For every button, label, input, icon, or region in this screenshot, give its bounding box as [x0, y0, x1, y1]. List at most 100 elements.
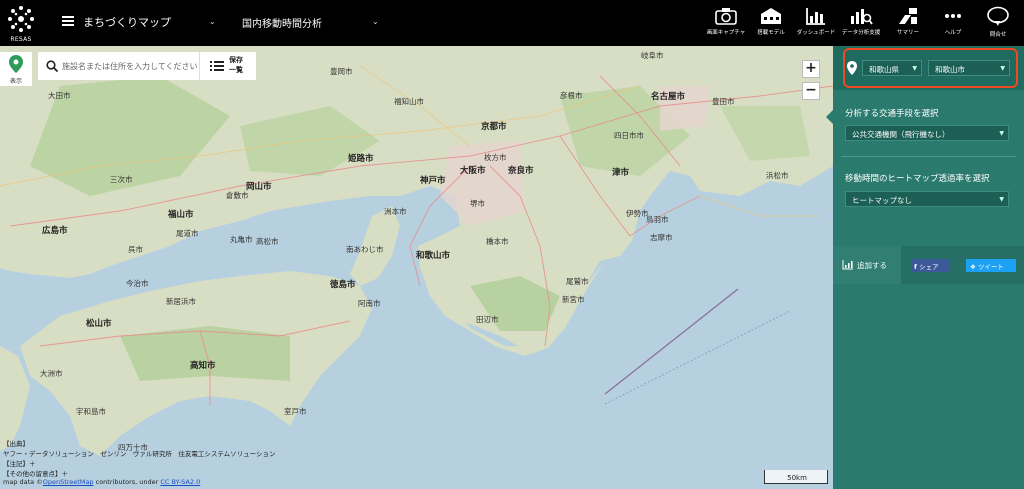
saved-list-button[interactable]: 保存 一覧	[200, 52, 256, 80]
tweet-button[interactable]: ❖ ツイート	[966, 259, 1016, 272]
place-label[interactable]: 室戸市	[284, 406, 307, 417]
place-label[interactable]: 津市	[612, 166, 629, 178]
place-label[interactable]: 福知山市	[394, 96, 424, 107]
place-label[interactable]: 奈良市	[508, 164, 534, 176]
more-icon	[945, 14, 961, 18]
place-label[interactable]: 伊勢市	[626, 208, 649, 219]
place-label[interactable]: 彦根市	[560, 90, 583, 101]
contact-button[interactable]: 問合せ	[973, 6, 1023, 44]
place-label[interactable]: 豊岡市	[330, 66, 353, 77]
transport-value: 公共交通機関（飛行機なし）	[852, 130, 950, 139]
place-label[interactable]: 枚方市	[484, 152, 507, 163]
place-label[interactable]: 橋本市	[486, 236, 509, 247]
facebook-share-button[interactable]: f シェア	[911, 259, 949, 272]
analysis-title[interactable]: 国内移動時間分析	[242, 15, 322, 30]
place-label[interactable]: 南あわじ市	[346, 244, 384, 255]
place-label[interactable]: 大阪市	[460, 164, 486, 176]
place-label[interactable]: 浜松市	[766, 170, 789, 181]
place-label[interactable]: 新居浜市	[166, 296, 196, 307]
place-label[interactable]: 岡山市	[246, 180, 272, 192]
place-label[interactable]: 岐阜市	[641, 50, 664, 61]
map-terrain	[0, 46, 833, 456]
data-analysis-button[interactable]: データ分析支援	[836, 6, 886, 44]
heatmap-select[interactable]: ヒートマップなし ▼	[845, 191, 1009, 207]
hamburger-menu-icon[interactable]	[62, 16, 74, 26]
help-button[interactable]: ヘルプ	[928, 6, 978, 44]
summary-label: サマリー	[896, 30, 919, 36]
app-window: RESAS まちづくりマップ ⌄ 国内移動時間分析 ⌄ 画面キャプチャ 搭載モデ…	[0, 0, 1024, 489]
scale-label: 50km	[787, 474, 807, 482]
list-icon	[210, 61, 224, 71]
place-label[interactable]: 丸亀市	[230, 234, 253, 245]
show-pin-button[interactable]: 表示	[0, 52, 32, 86]
scale-bar: 50km	[764, 470, 828, 484]
add-label: 追加する	[857, 261, 887, 270]
license-link[interactable]: CC BY-SA2.0	[160, 478, 200, 486]
place-label[interactable]: 名古屋市	[651, 90, 685, 102]
other-note-toggle[interactable]: 【その他の留意点】＋	[3, 468, 68, 478]
source-title: 【出典】	[3, 440, 29, 448]
model-button[interactable]: 搭載モデル	[746, 6, 796, 44]
logo-mark-icon	[8, 6, 34, 32]
place-label[interactable]: 田辺市	[476, 314, 499, 325]
place-label[interactable]: 尾鷲市	[566, 276, 589, 287]
osm-link[interactable]: OpenStreetMap	[43, 478, 94, 486]
place-label[interactable]: 松山市	[86, 317, 112, 329]
show-pin-label: 表示	[9, 78, 22, 85]
place-label[interactable]: 倉敷市	[226, 190, 249, 201]
menu-chevron-down-icon[interactable]: ⌄	[209, 17, 216, 26]
search-input[interactable]: 施設名または住所を入力してください	[38, 52, 200, 80]
map-canvas[interactable]: 京都市 大阪市 神戸市 奈良市 和歌山市 名古屋市 岡山市 姫路市 徳島市 高知…	[0, 46, 833, 489]
tweet-label: ツイート	[977, 263, 1004, 271]
place-label[interactable]: 神戸市	[420, 174, 446, 186]
heatmap-value: ヒートマップなし	[852, 196, 912, 205]
contact-label: 問合せ	[989, 32, 1007, 38]
zoom-out-button[interactable]: −	[802, 82, 820, 100]
panel-collapse-tab[interactable]	[826, 110, 833, 124]
transport-select[interactable]: 公共交通機関（飛行機なし） ▼	[845, 125, 1009, 141]
place-label[interactable]: 高松市	[256, 236, 279, 247]
place-label[interactable]: 姫路市	[348, 152, 374, 164]
logo-text: RESAS	[10, 36, 32, 43]
place-label[interactable]: 新宮市	[562, 294, 585, 305]
menu-title[interactable]: まちづくりマップ	[83, 14, 171, 30]
place-label[interactable]: 阿南市	[358, 298, 381, 309]
data-analysis-label: データ分析支援	[841, 30, 881, 36]
analysis-chevron-down-icon[interactable]: ⌄	[372, 17, 379, 26]
transport-caret-icon: ▼	[999, 130, 1004, 137]
place-label[interactable]: 豊田市	[712, 96, 735, 107]
place-label[interactable]: 広島市	[42, 224, 68, 236]
place-label[interactable]: 大洲市	[40, 368, 63, 379]
place-label[interactable]: 大田市	[48, 90, 71, 101]
place-label[interactable]: 福山市	[168, 208, 194, 220]
model-label: 搭載モデル	[757, 30, 785, 36]
saved-list-label: 保存 一覧	[229, 55, 243, 75]
place-label[interactable]: 堺市	[470, 198, 485, 209]
screen-capture-label: 画面キャプチャ	[706, 30, 746, 36]
top-bar: RESAS まちづくりマップ ⌄ 国内移動時間分析 ⌄ 画面キャプチャ 搭載モデ…	[0, 0, 1024, 46]
place-label[interactable]: 三次市	[110, 174, 133, 185]
chat-icon	[987, 6, 1009, 26]
screen-capture-button[interactable]: 画面キャプチャ	[701, 6, 751, 44]
camera-icon	[715, 8, 737, 25]
place-label[interactable]: 宇和島市	[76, 406, 106, 417]
place-label[interactable]: 高知市	[190, 359, 216, 371]
note-toggle[interactable]: 【注記】＋	[3, 458, 36, 468]
place-label[interactable]: 和歌山市	[416, 249, 450, 261]
place-label[interactable]: 四日市市	[614, 130, 644, 141]
zoom-in-button[interactable]: +	[802, 60, 820, 78]
place-label[interactable]: 洲本市	[384, 206, 407, 217]
add-button[interactable]: 追加する	[833, 246, 901, 284]
place-label[interactable]: 呉市	[128, 244, 143, 255]
dashboard-label: ダッシュボード	[796, 30, 836, 36]
summary-button[interactable]: サマリー	[883, 6, 933, 44]
dashboard-button[interactable]: ダッシュボード	[791, 6, 841, 44]
place-label[interactable]: 志摩市	[650, 232, 673, 243]
panel-divider	[841, 156, 1016, 157]
resas-logo[interactable]: RESAS	[6, 4, 36, 44]
place-label[interactable]: 鳥羽市	[646, 214, 669, 225]
place-label[interactable]: 今治市	[126, 278, 149, 289]
place-label[interactable]: 尾道市	[176, 228, 199, 239]
place-label[interactable]: 京都市	[481, 120, 507, 132]
place-label[interactable]: 徳島市	[330, 278, 356, 290]
